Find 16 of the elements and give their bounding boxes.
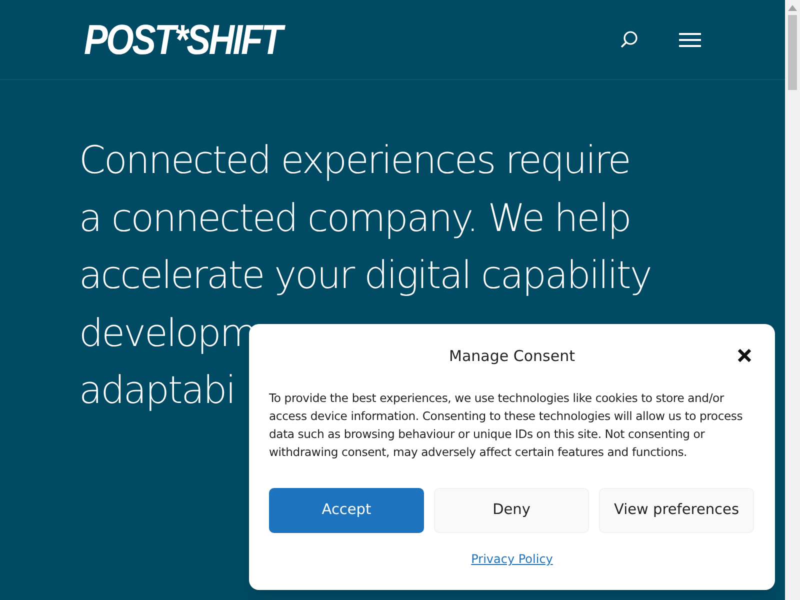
scrollbar-thumb[interactable] (788, 15, 797, 90)
dialog-title: Manage Consent (449, 346, 575, 367)
headline-line: a connected company. We help (79, 194, 630, 242)
headline-line: developm (79, 310, 256, 356)
privacy-policy-link[interactable]: Privacy Policy (471, 550, 553, 568)
headline-line: Connected experiences require (79, 137, 630, 184)
consent-button[interactable]: Deny (434, 488, 589, 533)
scrollbar[interactable] (785, 0, 800, 600)
close-icon[interactable] (737, 348, 752, 363)
search-icon[interactable] (619, 30, 639, 50)
consent-button[interactable]: View preferences (599, 488, 754, 533)
headline-line: adaptabi (79, 367, 235, 414)
consent-text: To provide the best experiences, we use technologies like cookies to store and/or access device information. Consenting to these technologies will allow us to process data such as browsing behaviour or unique IDs on this site. Not consenting or withdrawing consent, may adversely affect certain features and functions. (269, 390, 744, 461)
menu-icon[interactable] (679, 32, 701, 48)
accept-button[interactable]: Accept (269, 488, 424, 533)
headline-line: accelerate your digital capability (79, 252, 651, 299)
